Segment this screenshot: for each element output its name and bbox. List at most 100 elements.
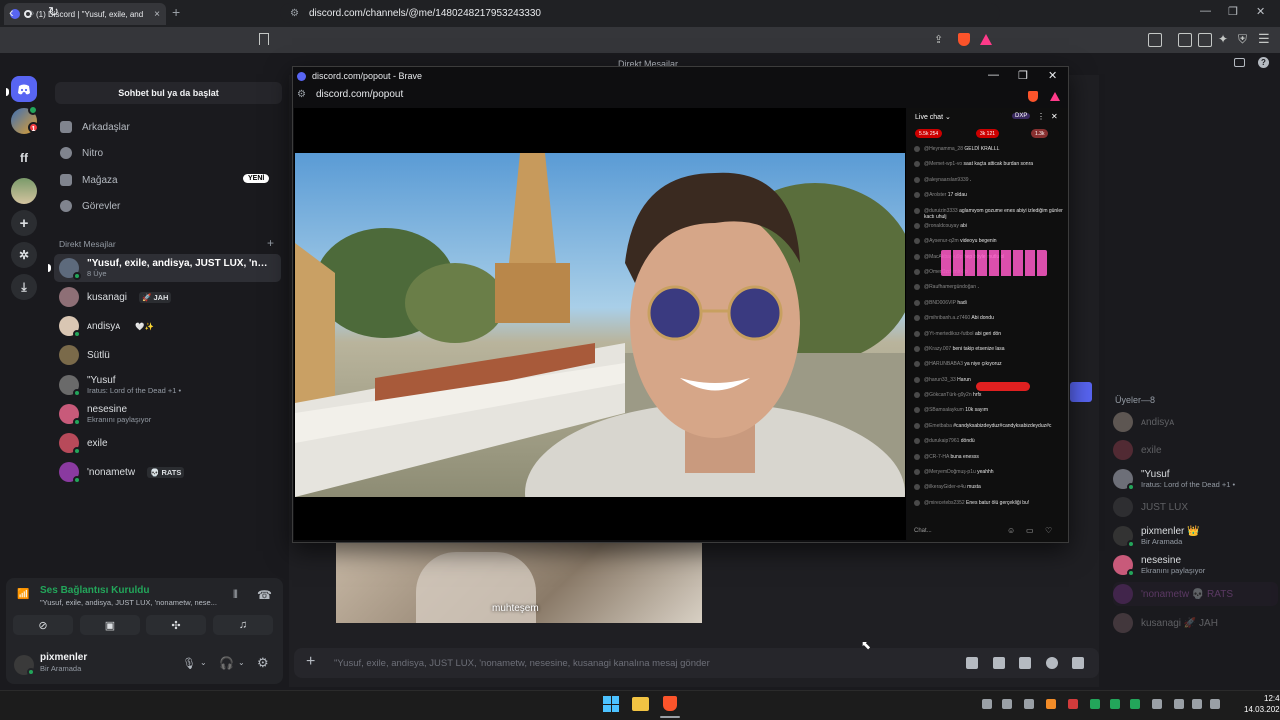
site-settings-icon[interactable]: ⚙ (290, 8, 299, 19)
member-nonametw[interactable]: 'nonametw 💀 RATS (1113, 582, 1278, 606)
tray-icon-6[interactable] (1090, 699, 1100, 709)
stream-video-scene[interactable] (295, 153, 905, 497)
voice-activity-icon[interactable]: ⦀ (233, 589, 238, 602)
headphones-icon[interactable]: 🎧 (219, 656, 234, 670)
close-chat-icon[interactable]: ✕ (1051, 112, 1058, 121)
apps-icon[interactable] (1072, 657, 1084, 669)
member-pixmenler[interactable]: pixmenler 👑 Bir Aramada (1113, 524, 1278, 548)
mic-options-chevron-icon[interactable]: ⌄ (200, 658, 207, 667)
share-icon[interactable]: ⇪ (934, 33, 943, 46)
forward-arrow-icon[interactable]: › (30, 4, 35, 20)
create-dm-button[interactable]: + (267, 236, 274, 250)
discord-home-icon[interactable] (11, 76, 37, 102)
battery-icon[interactable] (1210, 699, 1220, 709)
system-clock[interactable]: 12:43 14.03.2026 (1244, 693, 1280, 715)
gif-icon[interactable] (993, 657, 1005, 669)
user-avatar[interactable] (14, 655, 35, 676)
browser-tab-discord[interactable]: (1) Discord | "Yusuf, exile, and × (4, 3, 166, 25)
maximize-window-button[interactable]: ❐ (1228, 5, 1238, 18)
dm-item-exile[interactable]: exile (54, 429, 281, 457)
back-arrow-icon[interactable]: ‹ (9, 4, 14, 20)
dxp-badge[interactable]: DXP (1012, 113, 1031, 119)
like-heart-icon[interactable]: ♡ (1045, 526, 1052, 535)
volume-icon[interactable] (1192, 699, 1202, 709)
find-conversation-button[interactable]: Sohbet bul ya da başlat (55, 82, 282, 104)
emoji-icon[interactable] (1046, 657, 1058, 669)
brave-shields-icon[interactable] (958, 33, 970, 46)
discover-icon[interactable]: ✲ (11, 242, 37, 268)
close-tab-icon[interactable]: × (154, 9, 160, 20)
member-kusanagi[interactable]: kusanagi 🚀 JAH (1113, 611, 1278, 635)
popout-address-bar[interactable]: ⚙ discord.com/popout (297, 89, 403, 100)
download-apps-icon[interactable]: ⤓ (11, 274, 37, 300)
menu-icon[interactable]: ☰ (1258, 31, 1270, 47)
dm-item-sutlu[interactable]: Sütlü (54, 341, 281, 369)
address-bar[interactable]: ⚙ discord.com/channels/@me/1480248217953… (280, 3, 1000, 23)
member-andisya[interactable]: ᴀndisyᴀ (1113, 410, 1278, 434)
popout-maximize-button[interactable]: ❐ (1018, 69, 1028, 82)
add-server-icon[interactable]: + (11, 210, 37, 236)
chat-pill-2[interactable]: 3k 121 (976, 129, 1000, 138)
file-explorer-icon[interactable] (632, 697, 649, 711)
attach-plus-icon[interactable]: + (306, 653, 315, 671)
tray-icon-5[interactable] (1068, 699, 1078, 709)
member-nesesine[interactable]: nesesine Ekranını paylaşıyor (1113, 553, 1278, 577)
soundboard-button[interactable]: ♫ (213, 615, 273, 635)
reader-mode-icon[interactable] (1148, 33, 1162, 47)
chat-pill-3[interactable]: 1.3k (1031, 129, 1049, 138)
dm-item-nesesine[interactable]: nesesine Ekranını paylaşıyor (54, 400, 281, 428)
popout-close-button[interactable]: ✕ (1048, 69, 1057, 82)
site-settings-icon[interactable]: ⚙ (297, 89, 306, 100)
tray-icon-2[interactable] (1002, 699, 1012, 709)
dm-item-group[interactable]: "Yusuf, exile, andisya, JUST LUX, 'nona.… (54, 254, 281, 282)
new-tab-button[interactable]: + (172, 4, 180, 20)
server-icon-1[interactable]: 1 (11, 105, 39, 134)
nav-shop[interactable]: Mağaza (60, 169, 118, 191)
brave-rewards-icon[interactable] (1050, 92, 1060, 101)
stream-tile-button[interactable] (1070, 382, 1092, 402)
voice-status[interactable]: Ses Bağlantısı Kuruldu (40, 585, 149, 596)
help-icon[interactable]: ? (1258, 57, 1269, 68)
server-icon-3[interactable] (11, 178, 37, 204)
settings-gear-icon[interactable]: ⚙ (257, 655, 269, 671)
windows-start-icon[interactable] (603, 696, 619, 712)
network-icon[interactable] (1174, 699, 1184, 709)
chat-pill-1[interactable]: 5.5k 254 (915, 129, 943, 138)
microphone-tray-icon[interactable] (1152, 699, 1162, 709)
vpn-icon[interactable]: ⛨ (1238, 32, 1247, 47)
close-window-button[interactable]: ✕ (1256, 5, 1265, 18)
server-icon-ff[interactable]: ff (11, 145, 37, 171)
tray-icon-3[interactable] (1024, 699, 1034, 709)
dm-item-kusanagi[interactable]: kusanagi 🚀 JAH (54, 283, 281, 311)
tray-icon-4[interactable] (1046, 699, 1056, 709)
member-exile[interactable]: exile (1113, 438, 1278, 462)
nav-nitro[interactable]: Nitro (60, 142, 103, 164)
brave-taskbar-icon[interactable] (663, 696, 677, 711)
share-screen-button[interactable]: ▣ (80, 615, 140, 635)
dm-item-yusuf[interactable]: "Yusuf Iratus: Lord of the Dead +1 • (54, 371, 281, 399)
microphone-icon[interactable]: 🎙 (182, 657, 196, 670)
disconnect-icon[interactable]: ☎ (257, 588, 272, 602)
message-input[interactable]: "Yusuf, exile, andisya, JUST LUX, 'nonam… (294, 648, 1099, 678)
member-justlux[interactable]: JUST LUX (1113, 495, 1278, 519)
nav-friends[interactable]: Arkadaşlar (60, 116, 130, 138)
dm-item-andisya[interactable]: ᴀndisyᴀ 🤍✨ (54, 312, 281, 340)
tray-icon-8[interactable] (1130, 699, 1140, 709)
popout-minimize-button[interactable]: — (988, 69, 999, 81)
tray-icon-1[interactable] (982, 699, 992, 709)
live-chat-input[interactable]: Chat... (914, 524, 1004, 538)
minimize-window-button[interactable]: — (1200, 5, 1211, 17)
super-chat-icon[interactable]: ▭ (1026, 526, 1034, 535)
tray-icon-7[interactable] (1110, 699, 1120, 709)
activities-button[interactable]: ✣ (146, 615, 206, 635)
voice-channel[interactable]: "Yusuf, exile, andisya, JUST LUX, 'nonam… (40, 598, 225, 607)
toggle-camera-button[interactable]: ⊘ (13, 615, 73, 635)
audio-options-chevron-icon[interactable]: ⌄ (238, 658, 245, 667)
nav-quests[interactable]: Görevler (60, 195, 120, 217)
sticker-icon[interactable] (1019, 657, 1031, 669)
gift-icon[interactable] (966, 657, 978, 669)
sidebar-icon[interactable] (1178, 33, 1192, 47)
wallet-icon[interactable] (1198, 33, 1212, 47)
dm-item-nonametw[interactable]: 'nonametw 💀 RATS (54, 458, 281, 486)
inbox-icon[interactable] (1234, 58, 1245, 67)
